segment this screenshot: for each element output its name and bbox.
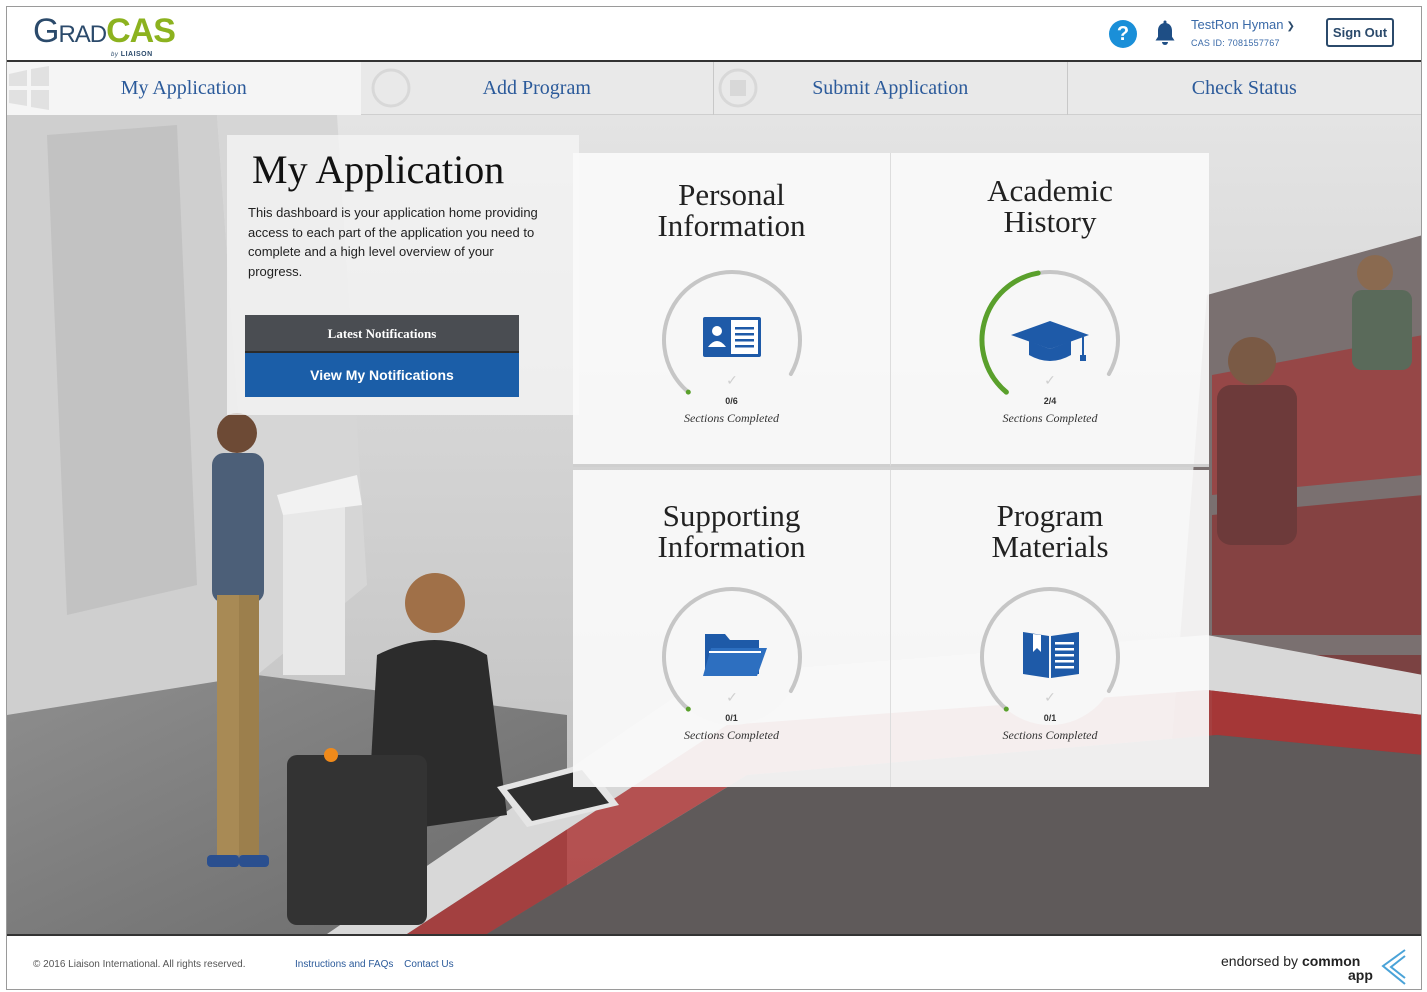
card-title-line1: Supporting: [662, 498, 801, 533]
sections-completed-label: Sections Completed: [684, 411, 779, 425]
sign-out-button[interactable]: Sign Out: [1326, 18, 1394, 47]
sections-count: 0/1: [725, 713, 738, 723]
progress-ring: ✓: [979, 270, 1120, 408]
endorsed-by-common-app: endorsed by common app: [1221, 953, 1373, 983]
main-nav: My Application Add Program Submit Applic…: [7, 62, 1421, 115]
sections-count: 0/1: [1043, 713, 1057, 723]
view-notifications-button[interactable]: View My Notifications: [245, 353, 519, 397]
notifications-panel: Latest Notifications View My Notificatio…: [245, 315, 519, 397]
book-icon: [1023, 632, 1079, 678]
endorsed-by-text: endorsed by: [1221, 953, 1299, 969]
folder-icon: [703, 634, 767, 676]
submit-watermark-icon: [718, 68, 758, 108]
card-title-line1: Program: [996, 498, 1104, 533]
quadrant-cards: Personal Information ✓ 0/6 Sections Comp…: [573, 153, 1209, 787]
latest-notifications-header: Latest Notifications: [245, 315, 519, 353]
copyright-text: © 2016 Liaison International. All rights…: [33, 959, 246, 970]
tab-label: Add Program: [482, 77, 591, 99]
progress-ring: ✓: [662, 587, 802, 725]
common-app-logo-icon: [1381, 949, 1406, 985]
logo-grad-text: Grad: [33, 12, 107, 50]
card-title-line2: History: [1003, 204, 1097, 239]
bell-icon[interactable]: [1152, 20, 1178, 48]
svg-text:✓: ✓: [1044, 690, 1056, 706]
user-name: TestRon Hyman: [1191, 17, 1284, 32]
footer-links: Instructions and FAQs Contact Us: [295, 959, 462, 970]
header: GradCAS by LIAISON ? TestRon Hyman ❯ CAS …: [7, 7, 1421, 62]
app-text: app: [1348, 967, 1373, 983]
card-personal-information[interactable]: Personal Information ✓ 0/6 Sections Comp…: [573, 153, 891, 467]
progress-ring: ✓: [980, 587, 1120, 725]
progress-ring: ✓: [662, 270, 802, 408]
tab-label: My Application: [120, 77, 247, 99]
hero-section: My Application This dashboard is your ap…: [7, 115, 1421, 934]
card-title: Academic History: [891, 175, 1209, 237]
card-title: Program Materials: [891, 500, 1209, 562]
tab-add-program[interactable]: Add Program: [361, 62, 714, 115]
card-program-materials[interactable]: Program Materials ✓ 0/1 Sections Complet…: [891, 470, 1209, 787]
card-supporting-information[interactable]: Supporting Information ✓ 0/1 Sections Com…: [573, 470, 891, 787]
card-title-line2: Information: [657, 208, 806, 243]
card-title: Supporting Information: [573, 500, 890, 562]
page-title: My Application: [252, 147, 505, 192]
tab-submit-application[interactable]: Submit Application: [714, 62, 1068, 115]
logo-liaison-label: LIAISON: [120, 51, 153, 58]
svg-text:✓: ✓: [726, 690, 738, 706]
footer: © 2016 Liaison International. All rights…: [7, 934, 1421, 989]
cas-id: CAS ID: 7081557767: [1191, 38, 1280, 48]
tab-check-status[interactable]: Check Status: [1068, 62, 1422, 115]
chevron-down-icon: ❯: [1286, 21, 1295, 32]
id-card-icon: [703, 317, 761, 357]
card-title-line2: Information: [657, 529, 806, 564]
svg-text:✓: ✓: [1044, 373, 1056, 389]
card-title-line2: Materials: [991, 529, 1109, 564]
card-title-line1: Personal: [678, 177, 785, 212]
gradcas-logo[interactable]: GradCAS by LIAISON: [33, 13, 193, 59]
sections-count: 0/6: [725, 396, 738, 406]
app-frame: GradCAS by LIAISON ? TestRon Hyman ❯ CAS …: [6, 6, 1422, 990]
sections-completed-label: Sections Completed: [1002, 728, 1098, 742]
logo-cas-text: CAS: [106, 12, 176, 50]
logo-by-text: by: [111, 52, 119, 58]
help-icon[interactable]: ?: [1109, 20, 1137, 48]
add-program-watermark-icon: [371, 68, 410, 108]
logo-liaison-text: by LIAISON: [111, 51, 153, 58]
tab-my-application[interactable]: My Application: [7, 62, 361, 115]
contact-us-link[interactable]: Contact Us: [404, 959, 453, 970]
sections-completed-label: Sections Completed: [1002, 411, 1098, 425]
sections-completed-label: Sections Completed: [684, 728, 779, 742]
card-title-line1: Academic: [987, 173, 1113, 208]
sections-count: 2/4: [1043, 396, 1057, 406]
page-description: This dashboard is your application home …: [248, 205, 538, 279]
instructions-faqs-link[interactable]: Instructions and FAQs: [295, 959, 393, 970]
tab-label: Check Status: [1191, 77, 1297, 99]
card-academic-history[interactable]: Academic History ✓ 2/4 Sections Complete…: [891, 153, 1209, 467]
svg-text:✓: ✓: [726, 373, 738, 389]
user-menu[interactable]: TestRon Hyman ❯ CAS ID: 7081557767: [1191, 17, 1316, 48]
windows-tile-icon: [9, 66, 49, 110]
tab-label: Submit Application: [812, 77, 969, 99]
card-title: Personal Information: [573, 179, 890, 241]
